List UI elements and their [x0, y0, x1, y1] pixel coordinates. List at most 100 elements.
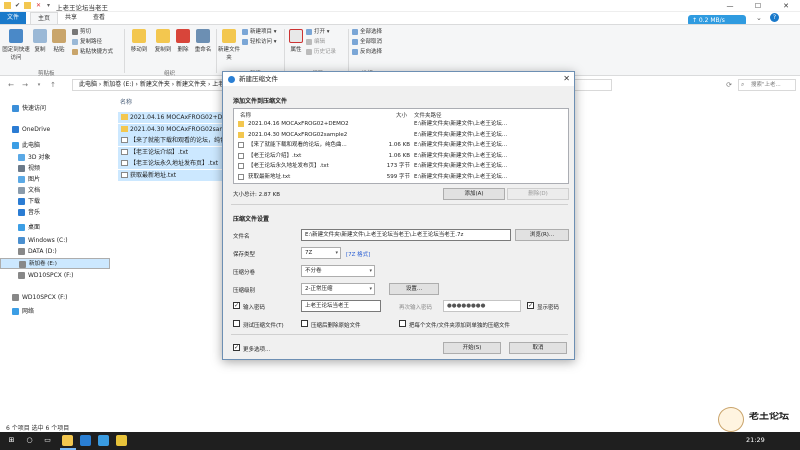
reenter-password-field[interactable]: ●●●●●●●●: [443, 300, 521, 312]
pin-button[interactable]: 固定到快速访问: [2, 29, 30, 61]
tab-home[interactable]: 主页: [30, 12, 59, 24]
password-field[interactable]: 上老王论坛当老王: [301, 300, 381, 312]
clock[interactable]: 21:29: [746, 436, 765, 444]
paste-button[interactable]: 粘贴: [50, 29, 68, 53]
col-size-header[interactable]: 大小: [396, 111, 407, 119]
edit-button[interactable]: 编辑: [306, 38, 325, 46]
separate-archives-checkbox[interactable]: [399, 320, 406, 327]
tab-share[interactable]: 共享: [58, 12, 84, 24]
app-icon[interactable]: [80, 435, 91, 446]
refresh-icon[interactable]: ⟳: [724, 80, 734, 90]
delete-quick-icon[interactable]: ✕: [35, 2, 42, 9]
minimize-button[interactable]: —: [716, 0, 744, 12]
delete-after-checkbox[interactable]: [301, 320, 308, 327]
copy-button[interactable]: 复制: [32, 29, 48, 53]
nav-item[interactable]: 网络: [0, 306, 110, 317]
move-to-button[interactable]: 移动到: [128, 29, 150, 53]
col-path-header[interactable]: 文件夹路径: [414, 111, 442, 119]
logo-text: 老王论坛: [749, 412, 789, 422]
easy-access-button[interactable]: 轻松访问 ▾: [242, 38, 277, 46]
delete-file-button[interactable]: 删除(D): [507, 188, 569, 200]
paste-shortcut-button[interactable]: 粘贴快捷方式: [72, 48, 113, 56]
nav-item[interactable]: 视频: [0, 163, 110, 174]
nav-item[interactable]: WD10SPCX (F:): [0, 270, 110, 281]
up-icon[interactable]: ↑: [48, 80, 58, 90]
start-button[interactable]: 开始(S): [443, 342, 501, 354]
format-link[interactable]: [7Z 格式]: [346, 250, 370, 258]
browser-icon[interactable]: [116, 435, 127, 446]
back-icon[interactable]: ←: [6, 80, 16, 90]
task-view-icon[interactable]: ▭: [42, 435, 53, 446]
cancel-button[interactable]: 取消: [509, 342, 567, 354]
nav-item[interactable]: 3D 对象: [0, 152, 110, 163]
more-options-checkbox[interactable]: ✓: [233, 344, 240, 351]
filename-field[interactable]: E:\新建文件夹\新建文件\上老王论坛当老王\上老王论坛当老王.7z: [301, 229, 511, 241]
recent-locations-icon[interactable]: ▾: [34, 80, 44, 90]
help-icon[interactable]: ?: [770, 13, 779, 22]
search-icon[interactable]: ○: [24, 435, 35, 446]
filename-label: 文件名: [233, 234, 250, 240]
archive-row[interactable]: 【老王论坛介绍】.txt 1.06 KB E:\新建文件夹\新建文件\上老王论坛..…: [234, 152, 568, 161]
nav-item-label: 图片: [28, 176, 41, 183]
browse-button[interactable]: 浏览(R)...: [515, 229, 569, 241]
nav-item[interactable]: Windows (C:): [0, 235, 110, 246]
open-button[interactable]: 打开 ▾: [306, 28, 330, 36]
archive-row[interactable]: 2021.04.16 MOCAxFROG02+DEMO2 E:\新建文件夹\新建文…: [234, 120, 568, 129]
history-button[interactable]: 历史记录: [306, 48, 336, 56]
split-select[interactable]: 不分卷 ▾: [301, 265, 375, 277]
nav-item[interactable]: 快速访问: [0, 103, 110, 114]
nav-item[interactable]: 下载: [0, 196, 110, 207]
add-button[interactable]: 添加(A): [443, 188, 505, 200]
nav-item[interactable]: 音乐: [0, 207, 110, 218]
password-checkbox[interactable]: ✓: [233, 302, 240, 309]
format-select[interactable]: 7Z ▾: [301, 247, 341, 259]
rename-button[interactable]: 重命名: [192, 29, 214, 53]
nav-item[interactable]: 此电脑: [0, 140, 110, 151]
cut-button[interactable]: 剪切: [72, 28, 91, 36]
test-archive-checkbox[interactable]: [233, 320, 240, 327]
copy-to-button[interactable]: 复制到: [152, 29, 174, 53]
invert-selection-button[interactable]: 反向选择: [352, 48, 382, 56]
tab-view[interactable]: 查看: [86, 12, 112, 24]
pin-icon: [9, 29, 23, 43]
new-item-button[interactable]: 新建项目 ▾: [242, 28, 277, 36]
search-input[interactable]: 搜索"上老...: [738, 79, 796, 91]
level-select[interactable]: 2-正常压缩 ▾: [301, 283, 375, 295]
nav-item[interactable]: WD10SPCX (F:): [0, 292, 110, 303]
nav-item[interactable]: 桌面: [0, 222, 110, 233]
dialog-close-icon[interactable]: ✕: [563, 72, 570, 86]
nav-item[interactable]: OneDrive: [0, 124, 110, 135]
delete-button[interactable]: 删除: [176, 29, 190, 53]
chevron-down-icon[interactable]: ⌄: [756, 14, 762, 22]
star-icon: [12, 105, 19, 112]
col-name-header[interactable]: 名称: [240, 111, 251, 119]
select-all-button[interactable]: 全部选择: [352, 28, 382, 36]
nav-item[interactable]: DATA (D:): [0, 246, 110, 257]
close-button[interactable]: ✕: [772, 0, 800, 12]
properties-button[interactable]: 属性: [288, 29, 304, 53]
archive-row[interactable]: 获取最新地址.txt 599 字节 E:\新建文件夹\新建文件\上老王论坛...: [234, 173, 568, 182]
nav-item[interactable]: 新加卷 (E:): [0, 258, 110, 269]
properties-quick-icon[interactable]: ✔: [14, 2, 21, 9]
maximize-button[interactable]: ☐: [744, 0, 772, 12]
new-folder-quick-icon[interactable]: [24, 2, 31, 9]
copy-path-button[interactable]: 复制路径: [72, 38, 102, 46]
nav-item[interactable]: 文档: [0, 185, 110, 196]
show-password-checkbox[interactable]: ✓: [527, 302, 534, 309]
settings-button[interactable]: 设置...: [389, 283, 439, 295]
archive-row[interactable]: 2021.04.30 MOCAxFROG02sample2 E:\新建文件夹\新建…: [234, 131, 568, 140]
nav-item[interactable]: 图片: [0, 174, 110, 185]
group-divider: [284, 29, 285, 73]
file-explorer-icon[interactable]: [62, 435, 73, 446]
archive-row[interactable]: 【老王论坛永久地址发布页】.txt 173 字节 E:\新建文件夹\新建文件\上老王…: [234, 162, 568, 171]
customize-quick-icon[interactable]: ▾: [45, 2, 52, 9]
select-none-button[interactable]: 全部取消: [352, 38, 382, 46]
name-column-header[interactable]: 名称: [120, 97, 132, 106]
new-folder-button[interactable]: 新建文件夹: [218, 29, 240, 61]
archive-row[interactable]: 【来了就能下载和观看的论坛，纯色曲... 1.06 KB E:\新建文件夹\新建文件…: [234, 141, 568, 150]
app-icon[interactable]: [98, 435, 109, 446]
tab-file[interactable]: 文件: [0, 12, 27, 24]
start-icon[interactable]: ⊞: [6, 435, 17, 446]
forward-icon[interactable]: →: [20, 80, 30, 90]
folder-icon: [238, 131, 244, 138]
